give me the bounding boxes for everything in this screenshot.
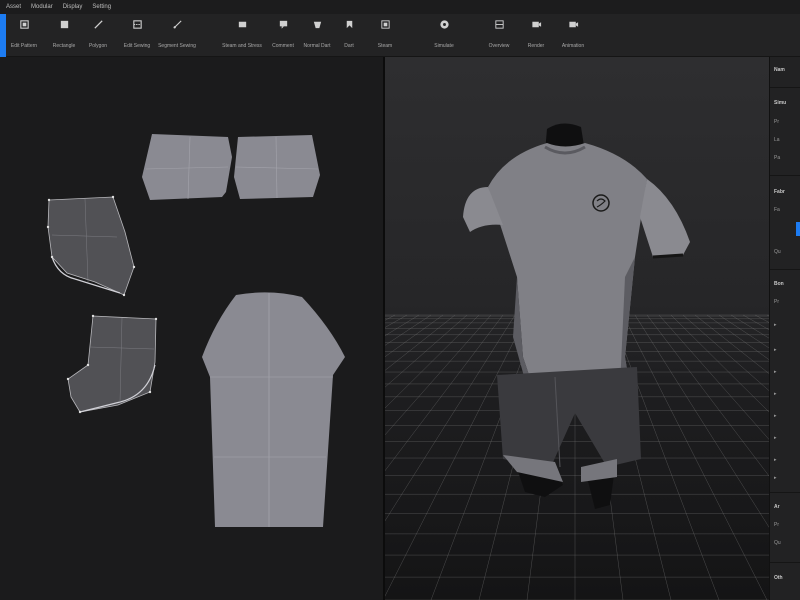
sleeve-pattern-right[interactable]: [234, 135, 320, 199]
name-field-label: Nam: [774, 67, 785, 73]
expand-arrow-icon[interactable]: ▸: [774, 322, 777, 328]
property-row[interactable]: Pr: [774, 522, 779, 528]
render-icon: [530, 18, 542, 30]
tool-label: Steam and Stress: [222, 43, 262, 49]
expand-arrow-icon[interactable]: ▸: [774, 369, 777, 375]
rectangle-icon: [58, 18, 70, 30]
menu-setting[interactable]: Setting: [88, 0, 117, 14]
polygon-icon: [92, 18, 104, 30]
steam-icon: [236, 18, 248, 30]
section-bond[interactable]: Bon: [774, 281, 784, 287]
menu-asset[interactable]: Asset: [2, 0, 27, 14]
simulate-icon: [438, 18, 450, 30]
divider: [770, 269, 800, 270]
property-row[interactable]: Pr: [774, 119, 779, 125]
tool-label: Animation: [561, 43, 585, 49]
tool-label: Simulate: [434, 43, 454, 49]
section-fabric[interactable]: Fabr: [774, 189, 785, 195]
comment-icon: [277, 18, 289, 30]
tool-simulate[interactable]: Simulate: [421, 18, 467, 49]
tool-label: Overview: [488, 43, 510, 49]
tool-label: Rectangle: [52, 43, 76, 49]
property-row[interactable]: Fa: [774, 207, 780, 213]
select-icon: [18, 18, 30, 30]
menu-display[interactable]: Display: [59, 0, 89, 14]
overview-icon: [493, 18, 505, 30]
expand-arrow-icon[interactable]: ▸: [774, 457, 777, 463]
menu-modular[interactable]: Modular: [27, 0, 59, 14]
fabric-color-swatch[interactable]: [796, 222, 800, 236]
expand-arrow-icon[interactable]: ▸: [774, 347, 777, 353]
property-row[interactable]: Qu: [774, 249, 781, 255]
segment-sewing-icon: [171, 18, 183, 30]
tool-label: Dart: [344, 43, 354, 49]
divider: [770, 87, 800, 88]
tool-label: Steam: [377, 43, 393, 49]
tool-label: Polygon: [88, 43, 108, 49]
normal-dart-icon: [311, 18, 323, 30]
tool-animation[interactable]: Animation: [550, 18, 596, 49]
shirt-body-pattern[interactable]: [202, 292, 345, 527]
tool-label: Render: [527, 43, 545, 49]
property-row[interactable]: Pa: [774, 155, 780, 161]
divider: [770, 175, 800, 176]
section-other[interactable]: Oth: [774, 575, 783, 581]
steam-pattern-icon: [379, 18, 391, 30]
toolbar: Edit Pattern Rectangle Polygon Edit Sewi…: [0, 14, 800, 57]
expand-arrow-icon[interactable]: ▸: [774, 413, 777, 419]
property-row[interactable]: Pr: [774, 299, 779, 305]
tool-steam-and-stress[interactable]: Steam and Stress: [219, 18, 265, 49]
pattern-2d-window[interactable]: [0, 57, 383, 600]
expand-arrow-icon[interactable]: ▸: [774, 391, 777, 397]
animation-icon: [567, 18, 579, 30]
menu-bar: Asset Modular Display Setting: [0, 0, 800, 14]
dart-icon: [343, 18, 355, 30]
expand-arrow-icon[interactable]: ▸: [774, 475, 777, 481]
expand-arrow-icon[interactable]: ▸: [774, 435, 777, 441]
shorts-pattern-front[interactable]: [46, 195, 136, 297]
shorts-pattern-back[interactable]: [66, 314, 158, 414]
divider: [770, 562, 800, 563]
sleeve-pattern-left[interactable]: [142, 134, 232, 200]
tool-segment-sewing[interactable]: Segment Sewing: [154, 18, 200, 49]
divider: [770, 492, 800, 493]
tool-label: Edit Sewing: [123, 43, 151, 49]
tool-label: Edit Pattern: [10, 43, 38, 49]
section-simulation[interactable]: Simu: [774, 100, 786, 106]
section-arrangement[interactable]: Ar: [774, 504, 780, 510]
viewport-3d[interactable]: [385, 57, 769, 600]
edit-sewing-icon: [131, 18, 143, 30]
property-row[interactable]: Qu: [774, 540, 781, 546]
tool-label: Segment Sewing: [158, 43, 196, 49]
tool-label: Comment: [272, 43, 294, 49]
tool-steam[interactable]: Steam: [362, 18, 408, 49]
property-row[interactable]: La: [774, 137, 780, 143]
property-editor-panel[interactable]: Nam Simu Pr La Pa Fabr Fa Qu Bon Pr ▸ ▸ ▸ ▸…: [769, 57, 800, 600]
